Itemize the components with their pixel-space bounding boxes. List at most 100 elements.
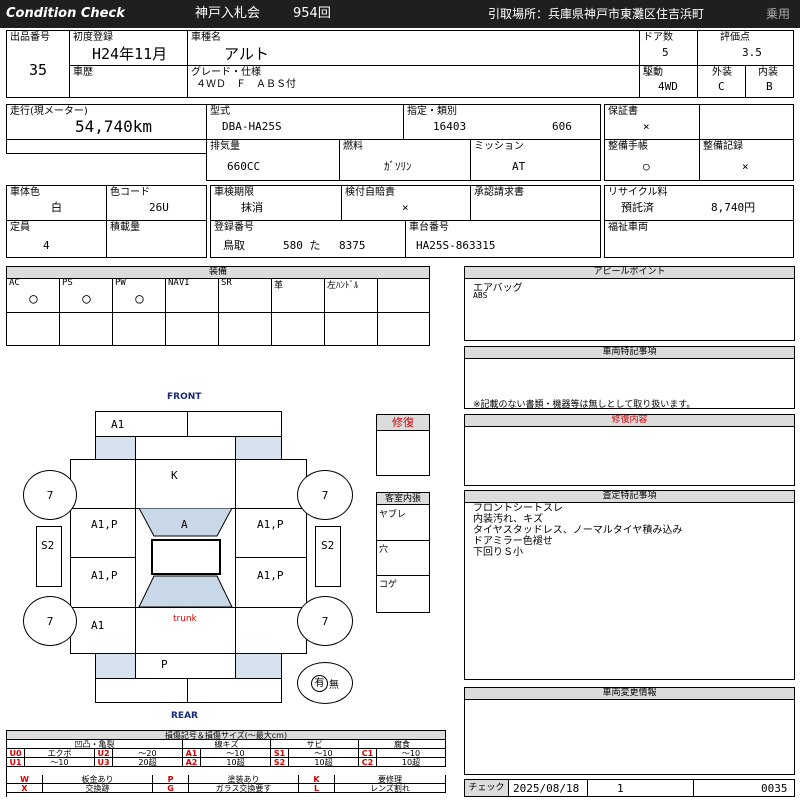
right-rear-door[interactable]: [235, 557, 307, 608]
inspector-note-line: 下回りＳ小: [473, 547, 523, 558]
rear-bumper[interactable]: [95, 678, 282, 703]
left-side-sill[interactable]: [36, 526, 62, 587]
doors: 5: [662, 46, 669, 59]
divider: [187, 411, 188, 437]
legend-code: A1: [183, 749, 201, 758]
inspector-note-line: ドアミラー色褪せ: [473, 536, 553, 547]
label: 駆動: [643, 67, 663, 78]
inspector-note-line: 内装汚れ、キズ: [473, 514, 544, 525]
right-tail-light[interactable]: [235, 653, 282, 679]
legend-group-rust: サビ: [271, 740, 359, 749]
label: 整備手帳: [608, 141, 648, 152]
exterior-cell: 外装 C: [697, 65, 746, 98]
car-damage-diagram: FRONT REAR 7 7 7 7 有 無 A1 K A1,P A A1,P …: [0, 0, 460, 730]
damage-legend: 損傷記号＆損傷サイズ(〜最大cm) 凹凸・亀裂 線キズ サビ 腐食 U0 エクボ U…: [6, 730, 446, 797]
divider: [693, 780, 694, 796]
spare-present-mark: 有: [311, 674, 328, 692]
inspector-notes-title: 査定特記事項: [465, 491, 794, 503]
vehicle-category: 乗用: [766, 7, 791, 21]
legend-description: 〜10: [201, 749, 271, 758]
check-number: 1: [617, 782, 624, 795]
legend-title: 損傷記号＆損傷サイズ(〜最大cm): [7, 731, 446, 740]
right-headlight[interactable]: [235, 436, 282, 460]
legend-description: 20超: [113, 758, 183, 767]
drive-cell: 駆動 4WD: [639, 65, 698, 98]
trunk-label: trunk: [173, 614, 197, 624]
front-label: FRONT: [167, 392, 202, 402]
legend-description: ガラス交換要す: [189, 784, 299, 793]
tire-rear-left[interactable]: 7: [23, 596, 77, 646]
legend-code: P: [153, 775, 189, 784]
legend-description: 〜10: [377, 749, 446, 758]
legend-description: 要修理: [335, 775, 446, 784]
score: 3.5: [742, 46, 762, 59]
left-tail-light[interactable]: [95, 653, 136, 679]
legend-code: W: [7, 775, 43, 784]
tire-front-left[interactable]: 7: [23, 470, 77, 520]
warranty: ×: [643, 120, 650, 133]
recycle-fee: 8,740円: [711, 201, 756, 214]
legend-code: C2: [359, 758, 377, 767]
approval-cell: 承認請求書: [470, 185, 601, 221]
left-rear-door[interactable]: [70, 557, 136, 608]
special-notes-panel: 車両特記事項 ※記載のない書類・機器等は無しとして取り扱います。: [464, 346, 795, 410]
divider: [587, 780, 588, 796]
recycle-cell: リサイクル料 預託済 8,740円: [604, 185, 794, 221]
interior-cell: 内装 B: [745, 65, 794, 98]
sunroof-area[interactable]: [151, 539, 221, 575]
inspector-note-line: タイヤスタッドレス、ノーマルタイヤ積み込み: [473, 525, 683, 536]
rear-label: REAR: [171, 711, 198, 721]
damage-code-right-rear-door: A1,P: [257, 569, 284, 582]
special-notes-disclaimer: ※記載のない書類・機器等は無しとして取り扱います。: [473, 400, 696, 410]
right-side-sill[interactable]: [315, 526, 341, 587]
inspector-notes-panel: 査定特記事項 フロントシートスレ 内装汚れ、キズ タイヤスタッドレス、ノーマルタ…: [464, 490, 795, 680]
label: 保証書: [608, 106, 638, 117]
legend-group-scratch: 線キズ: [183, 740, 271, 749]
damage-code-rear: P: [161, 658, 168, 671]
doors-cell: ドア数 5: [639, 30, 698, 66]
drive: 4WD: [658, 80, 678, 93]
appeal-panel: アピールポイント エアバッグ ABS: [464, 266, 795, 341]
warranty-cell: 保証書 ×: [604, 104, 700, 140]
hood[interactable]: [135, 459, 236, 509]
legend-code: L: [299, 784, 335, 793]
appeal-title: アピールポイント: [465, 267, 794, 279]
tire-front-right[interactable]: 7: [297, 470, 353, 520]
left-headlight[interactable]: [95, 436, 136, 460]
divider: [187, 678, 188, 703]
left-front-door[interactable]: [70, 508, 136, 558]
check-date: 2025/08/18: [513, 782, 580, 795]
right-front-door[interactable]: [235, 508, 307, 558]
warranty-blank-cell: [699, 104, 794, 140]
label: ミッション: [474, 141, 524, 152]
left-front-fender[interactable]: [70, 459, 136, 509]
check-code: 0035: [761, 782, 788, 795]
rear-panel[interactable]: [135, 653, 236, 679]
legend-description: レンズ割れ: [335, 784, 446, 793]
tire-rear-right[interactable]: 7: [297, 596, 353, 646]
inspector-note-line: フロントシートスレ: [473, 503, 563, 514]
right-rear-fender[interactable]: [235, 607, 307, 654]
transmission: AT: [512, 160, 526, 173]
damage-code-left-rear-fender: A1: [91, 619, 105, 632]
spare-tire[interactable]: 有 無: [297, 662, 353, 704]
front-grille[interactable]: [135, 436, 236, 460]
damage-code-right-front-door: A1,P: [257, 518, 284, 531]
right-front-fender[interactable]: [235, 459, 307, 509]
rear-window[interactable]: [138, 575, 233, 608]
legend-description: 塗装あり: [189, 775, 299, 784]
legend-description: 〜10: [25, 758, 95, 767]
check-row: チェック 2025/08/18 1 0035: [464, 779, 795, 797]
repair-content-panel: 修復内容: [464, 414, 795, 486]
legend-description: 〜20: [113, 749, 183, 758]
maintenance-book-cell: 整備手帳 ○: [604, 139, 700, 181]
label: 福祉車両: [608, 222, 648, 233]
legend-description: 10超: [201, 758, 271, 767]
label: 内装: [758, 67, 778, 78]
label: 外装: [712, 67, 732, 78]
legend-code: K: [299, 775, 335, 784]
interior-grade: B: [766, 80, 773, 93]
pickup-location: 引取場所：兵庫県神戸市東灘区住吉浜町: [488, 7, 705, 21]
damage-code-roof: A: [181, 518, 188, 531]
legend-code: U2: [95, 749, 113, 758]
